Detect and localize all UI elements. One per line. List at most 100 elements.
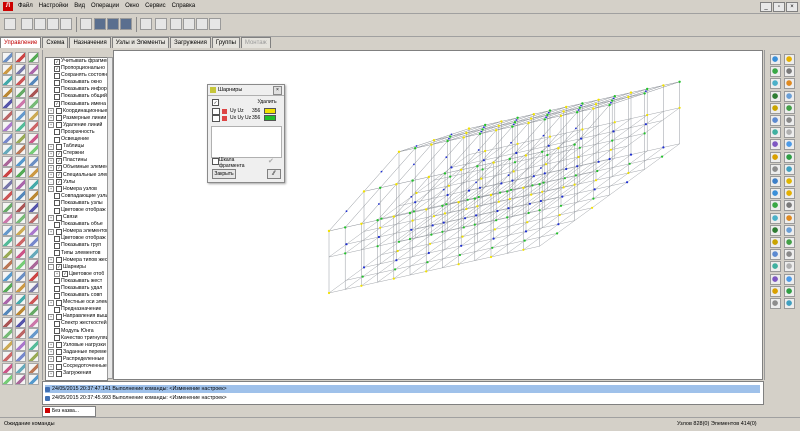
tool-icon[interactable]	[28, 328, 39, 339]
tree-checkbox[interactable]: ✓	[54, 65, 60, 72]
tool-icon[interactable]	[2, 155, 13, 167]
tool-icon[interactable]	[2, 305, 13, 316]
view-tool-icon[interactable]	[784, 273, 795, 285]
tool-icon[interactable]	[28, 86, 39, 98]
tree-item[interactable]: + ✓ Стержни	[46, 150, 107, 157]
view-mode-icon[interactable]	[94, 18, 106, 30]
view-tool-icon[interactable]	[784, 102, 795, 114]
print-icon[interactable]	[47, 18, 59, 30]
tool-icon[interactable]	[28, 270, 39, 282]
tree-item[interactable]: + Таблицы	[46, 143, 107, 150]
restore-icon[interactable]: ▫	[773, 2, 785, 12]
tree-checkbox[interactable]: ✓	[56, 157, 62, 164]
view-tool-icon[interactable]	[784, 54, 795, 65]
tool-icon[interactable]	[28, 144, 39, 155]
tab-2[interactable]: Схема	[42, 37, 69, 48]
tool-icon[interactable]	[15, 86, 26, 98]
tool-icon[interactable]	[2, 86, 13, 98]
tree-checkbox[interactable]: ✓	[56, 150, 62, 157]
tree-expander[interactable]: +	[48, 122, 54, 129]
tree-checkbox[interactable]	[56, 122, 62, 129]
tree-item[interactable]: Показывать окно	[46, 79, 107, 86]
tool-icon[interactable]	[28, 98, 39, 109]
tool-icon[interactable]	[2, 190, 13, 201]
tool-icon[interactable]	[15, 305, 26, 316]
tool-icon[interactable]	[15, 316, 26, 328]
tree-expander[interactable]: +	[48, 370, 54, 377]
view-tool-icon[interactable]	[770, 139, 781, 151]
view-tool-icon[interactable]	[770, 115, 781, 126]
tree-expander[interactable]: +	[48, 342, 54, 349]
hinge-row-uxuyuz[interactable]: Ux Uy Uz 356	[212, 114, 280, 122]
close-button[interactable]: Закрыть	[212, 169, 236, 179]
tree-item[interactable]: Показывать объе	[46, 221, 107, 228]
tool-icon[interactable]	[2, 339, 13, 351]
tool-icon[interactable]	[15, 213, 26, 224]
tool-icon[interactable]	[2, 167, 13, 178]
tree-item[interactable]: Освещение	[46, 136, 107, 143]
view-tool-icon[interactable]	[784, 249, 795, 261]
hinge-color-swatch[interactable]	[264, 108, 276, 114]
tree-item[interactable]: + ✓ Специальные элем	[46, 172, 107, 179]
tree-item[interactable]: + Номера элементов	[46, 228, 107, 235]
tree-checkbox[interactable]: ✓	[56, 264, 62, 271]
tree-checkbox[interactable]: ✓	[56, 179, 62, 186]
tree-expander[interactable]: +	[54, 271, 60, 278]
tree-checkbox[interactable]	[56, 363, 62, 370]
tree-item[interactable]: Предназначение	[46, 306, 107, 313]
view-tool-icon[interactable]	[770, 90, 781, 102]
menu-item[interactable]: Сервис	[142, 0, 169, 13]
tree-item[interactable]: + Сосредоточенные	[46, 363, 107, 370]
tree-checkbox[interactable]	[56, 115, 62, 122]
tree-checkbox[interactable]	[54, 321, 60, 328]
tree-item[interactable]: ✓ Учитывать фрагмент	[46, 58, 107, 65]
tool-icon[interactable]	[28, 247, 39, 259]
tree-item[interactable]: Показывать жест	[46, 278, 107, 285]
tree-item[interactable]: Показывать узлы	[46, 200, 107, 207]
tree-checkbox[interactable]	[54, 235, 60, 242]
tree-item[interactable]: - ✓ Узлы	[46, 179, 107, 186]
tree-checkbox[interactable]	[54, 72, 60, 79]
tool-icon[interactable]	[2, 178, 13, 190]
view-tool-icon[interactable]	[770, 261, 781, 273]
tree-checkbox[interactable]	[56, 186, 62, 193]
view-tool-icon[interactable]	[784, 261, 795, 273]
view-tool-icon[interactable]	[770, 298, 781, 309]
tree-checkbox[interactable]	[56, 349, 62, 356]
tool-icon[interactable]	[15, 121, 26, 132]
tool-icon[interactable]	[2, 109, 13, 121]
new-file-icon[interactable]	[4, 18, 16, 30]
tool-icon[interactable]	[2, 236, 13, 247]
tool-icon[interactable]	[28, 374, 39, 385]
tool-icon[interactable]	[15, 282, 26, 293]
tab-7[interactable]: Монтаж	[240, 37, 271, 48]
view-tool-icon[interactable]	[770, 54, 781, 65]
view-tool-icon[interactable]	[770, 224, 781, 236]
tool-icon[interactable]	[2, 351, 13, 362]
tool-icon[interactable]	[28, 167, 39, 178]
document-tab[interactable]: Без назва...	[42, 406, 96, 417]
tree-item[interactable]: Показывать удал	[46, 285, 107, 292]
close-icon[interactable]: ×	[786, 2, 798, 12]
fragment-scale-checkbox[interactable]	[212, 158, 219, 165]
delete-button[interactable]: Удалить	[254, 98, 280, 106]
menu-item[interactable]: Файл	[15, 0, 36, 13]
tool-icon[interactable]	[15, 63, 26, 75]
tree-checkbox[interactable]	[54, 285, 60, 292]
tree-item[interactable]: + Связи	[46, 214, 107, 221]
view-tool-icon[interactable]	[784, 139, 795, 151]
tool-icon[interactable]	[28, 362, 39, 374]
select-icon[interactable]	[140, 18, 152, 30]
tree-item[interactable]: Показывать груп	[46, 242, 107, 249]
tree-item[interactable]: Показывать общий	[46, 93, 107, 101]
render-icon[interactable]	[107, 18, 119, 30]
hinge-row-uyuz[interactable]: Uy Uz 356	[212, 107, 280, 115]
menu-item[interactable]: Окно	[122, 0, 142, 13]
tool-icon[interactable]	[2, 282, 13, 293]
view-tool-icon[interactable]	[784, 285, 795, 297]
tree-expander[interactable]: +	[48, 349, 54, 356]
tree-item[interactable]: Модуль Юнга	[46, 328, 107, 335]
tree-checkbox[interactable]	[54, 207, 60, 214]
tool-icon[interactable]	[28, 109, 39, 121]
tool-icon[interactable]	[15, 201, 26, 213]
